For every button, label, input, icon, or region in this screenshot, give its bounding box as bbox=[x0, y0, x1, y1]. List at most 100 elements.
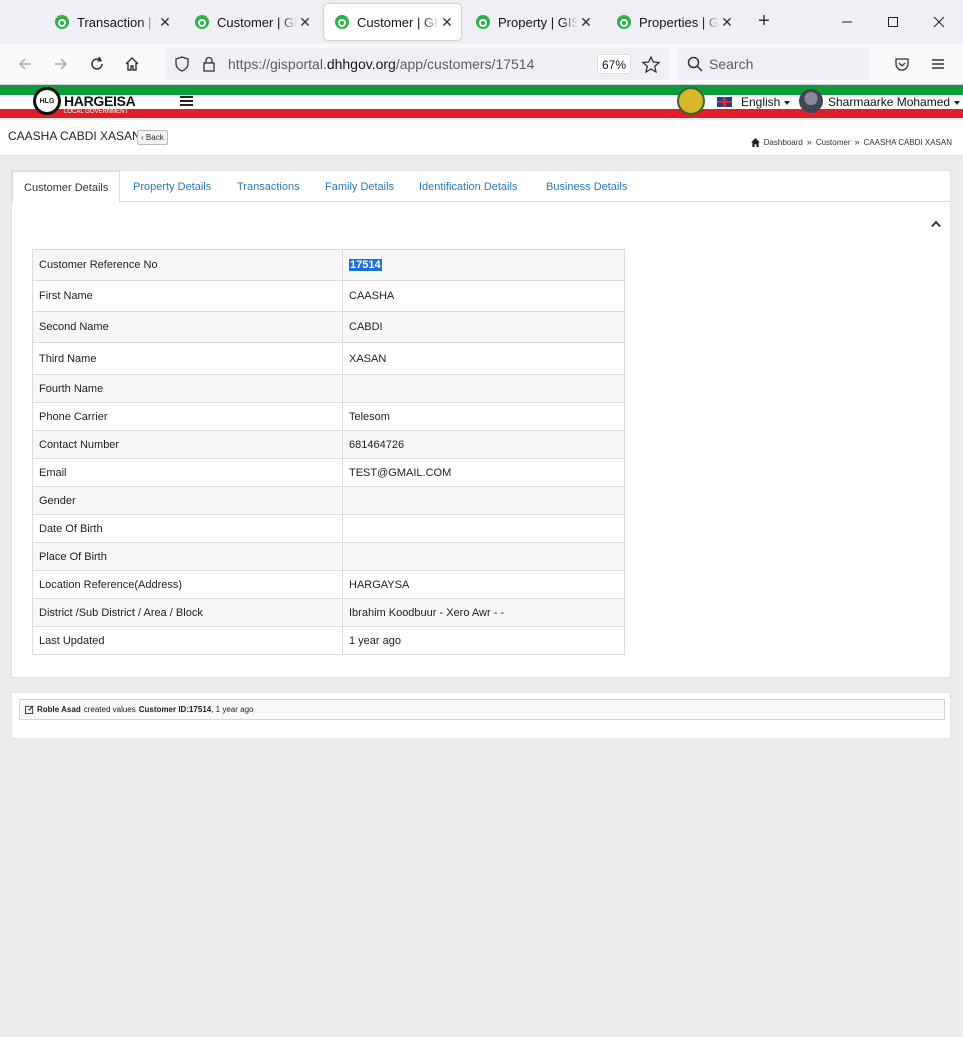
user-avatar[interactable] bbox=[799, 89, 823, 113]
activity-action: created values bbox=[83, 705, 136, 714]
user-menu[interactable]: Sharmaarke Mohamed bbox=[828, 95, 961, 109]
logo-title[interactable]: HARGEISA bbox=[64, 93, 136, 109]
row-label: Phone Carrier bbox=[32, 402, 343, 431]
table-row: Last Updated 1 year ago bbox=[32, 626, 625, 655]
browser-tab-strip: Transaction | GIS Portal ✕ Customer | GI… bbox=[0, 0, 963, 44]
row-label: Third Name bbox=[32, 342, 343, 375]
row-label: Customer Reference No bbox=[32, 249, 343, 281]
new-tab-plus-icon[interactable]: + bbox=[754, 10, 774, 32]
row-label: Contact Number bbox=[32, 430, 343, 459]
sidebar-toggle-icon[interactable] bbox=[180, 96, 193, 107]
gis-favicon-icon bbox=[55, 15, 69, 29]
bookmark-star-icon[interactable] bbox=[642, 56, 660, 73]
uk-flag-icon[interactable] bbox=[717, 97, 732, 107]
row-label: First Name bbox=[32, 280, 343, 312]
search-placeholder: Search bbox=[709, 56, 754, 72]
url-bar[interactable]: https://gisportal.dhhgov.org/app/custome… bbox=[166, 48, 669, 80]
reload-icon[interactable] bbox=[87, 54, 107, 74]
table-row: Phone Carrier Telesom bbox=[32, 402, 625, 431]
gis-favicon-icon bbox=[476, 15, 490, 29]
table-row: Customer Reference No 17514 bbox=[32, 249, 625, 281]
activity-user[interactable]: Roble Asad bbox=[37, 705, 81, 714]
close-icon[interactable]: ✕ bbox=[439, 14, 455, 31]
browser-tab-title: Customer | GIS Portal bbox=[357, 14, 439, 30]
home-icon bbox=[750, 137, 760, 147]
breadcrumb-separator: » bbox=[854, 137, 860, 147]
language-label: English bbox=[741, 95, 781, 109]
table-row: Email TEST@GMAIL.COM bbox=[32, 458, 625, 487]
tab-transactions[interactable]: Transactions bbox=[237, 181, 300, 193]
row-label: Location Reference(Address) bbox=[32, 570, 343, 599]
table-row: Location Reference(Address) HARGAYSA bbox=[32, 570, 625, 599]
back-arrow-icon[interactable] bbox=[15, 54, 35, 74]
browser-tab-customer-active[interactable]: Customer | GIS Portal ✕ bbox=[324, 4, 461, 40]
browser-tab-title: Customer | GIS Portal bbox=[217, 14, 297, 30]
browser-search-box[interactable]: Search bbox=[678, 48, 869, 80]
row-label: Fourth Name bbox=[32, 374, 343, 403]
tab-identification-details[interactable]: Identification Details bbox=[419, 181, 517, 193]
tab-family-details[interactable]: Family Details bbox=[325, 181, 394, 193]
maximize-icon[interactable] bbox=[883, 12, 903, 32]
hargeisa-logo-icon[interactable]: HLG bbox=[33, 87, 61, 115]
browser-nav-bar: https://gisportal.dhhgov.org/app/custome… bbox=[0, 44, 963, 85]
back-button[interactable]: ‹ Back bbox=[137, 130, 168, 145]
menu-icon[interactable] bbox=[928, 54, 948, 74]
chevron-left-icon: ‹ bbox=[141, 133, 144, 142]
row-label: Second Name bbox=[32, 311, 343, 343]
breadcrumb-customer[interactable]: Customer bbox=[816, 138, 851, 147]
row-value: Ibrahim Koodbuur - Xero Awr - - bbox=[342, 598, 625, 627]
chevron-down-icon bbox=[784, 100, 791, 105]
shield-icon[interactable] bbox=[174, 56, 190, 72]
browser-tab-properties[interactable]: Properties | GIS Portal ✕ bbox=[606, 4, 741, 40]
window-close-icon[interactable] bbox=[929, 12, 949, 32]
tab-customer-details[interactable]: Customer Details bbox=[12, 171, 121, 203]
tab-property-details[interactable]: Property Details bbox=[133, 181, 211, 193]
breadcrumb-dashboard[interactable]: Dashboard bbox=[764, 138, 803, 147]
browser-tab-property[interactable]: Property | GIS Portal ✕ bbox=[465, 4, 600, 40]
browser-tab-transaction[interactable]: Transaction | GIS Portal ✕ bbox=[44, 4, 179, 40]
customer-ref-value[interactable]: 17514 bbox=[349, 259, 382, 271]
activity-log-entry: Roble Asad created values Customer ID:17… bbox=[19, 699, 945, 720]
row-value bbox=[342, 486, 625, 515]
gis-favicon-icon bbox=[335, 15, 349, 29]
page-title: CAASHA CABDI XASAN bbox=[8, 129, 141, 143]
browser-tab-customer[interactable]: Customer | GIS Portal ✕ bbox=[184, 4, 319, 40]
user-name: Sharmaarke Mohamed bbox=[828, 95, 951, 109]
search-icon bbox=[687, 56, 703, 72]
pocket-icon[interactable] bbox=[892, 54, 912, 74]
logo-subtitle: LOCAL GOVERNMENT bbox=[64, 109, 129, 115]
table-row: Gender bbox=[32, 486, 625, 515]
tab-business-details[interactable]: Business Details bbox=[546, 181, 627, 193]
home-icon[interactable] bbox=[122, 54, 142, 74]
zoom-level-badge[interactable]: 67% bbox=[597, 54, 631, 74]
table-row: Fourth Name bbox=[32, 374, 625, 403]
activity-log-card: Roble Asad created values Customer ID:17… bbox=[11, 692, 951, 739]
language-selector[interactable]: English bbox=[741, 95, 791, 109]
row-label: Gender bbox=[32, 486, 343, 515]
close-icon[interactable]: ✕ bbox=[157, 14, 173, 31]
lock-icon[interactable] bbox=[202, 56, 216, 72]
row-label: Date Of Birth bbox=[32, 514, 343, 543]
activity-time: , 1 year ago bbox=[211, 705, 254, 714]
url-path: /app/customers/17514 bbox=[395, 56, 535, 72]
minimize-icon[interactable] bbox=[837, 12, 857, 32]
back-label: Back bbox=[145, 133, 164, 142]
url-domain: dhhgov.org bbox=[326, 56, 396, 72]
chevron-up-icon[interactable] bbox=[931, 220, 941, 228]
table-row: First Name CAASHA bbox=[32, 280, 625, 312]
url-prefix: https://gisportal. bbox=[228, 56, 327, 72]
close-icon[interactable]: ✕ bbox=[578, 14, 594, 31]
close-icon[interactable]: ✕ bbox=[719, 14, 735, 31]
row-value: 17514 bbox=[342, 249, 625, 281]
table-row: Date Of Birth bbox=[32, 514, 625, 543]
app-header: HLG HARGEISA LOCAL GOVERNMENT English Sh… bbox=[0, 85, 963, 120]
url-text[interactable]: https://gisportal.dhhgov.org/app/custome… bbox=[228, 56, 534, 72]
browser-tab-title: Properties | GIS Portal bbox=[639, 14, 719, 30]
row-label: District /Sub District / Area / Block bbox=[32, 598, 343, 627]
page-title-bar: CAASHA CABDI XASAN ‹ Back Dashboard » Cu… bbox=[0, 120, 963, 156]
close-icon[interactable]: ✕ bbox=[297, 14, 313, 31]
forward-arrow-icon[interactable] bbox=[51, 54, 71, 74]
customer-details-table: Customer Reference No 17514 First Name CAA… bbox=[32, 249, 625, 655]
row-value: CAASHA bbox=[342, 280, 625, 312]
table-row: District /Sub District / Area / Block Ibr… bbox=[32, 598, 625, 627]
